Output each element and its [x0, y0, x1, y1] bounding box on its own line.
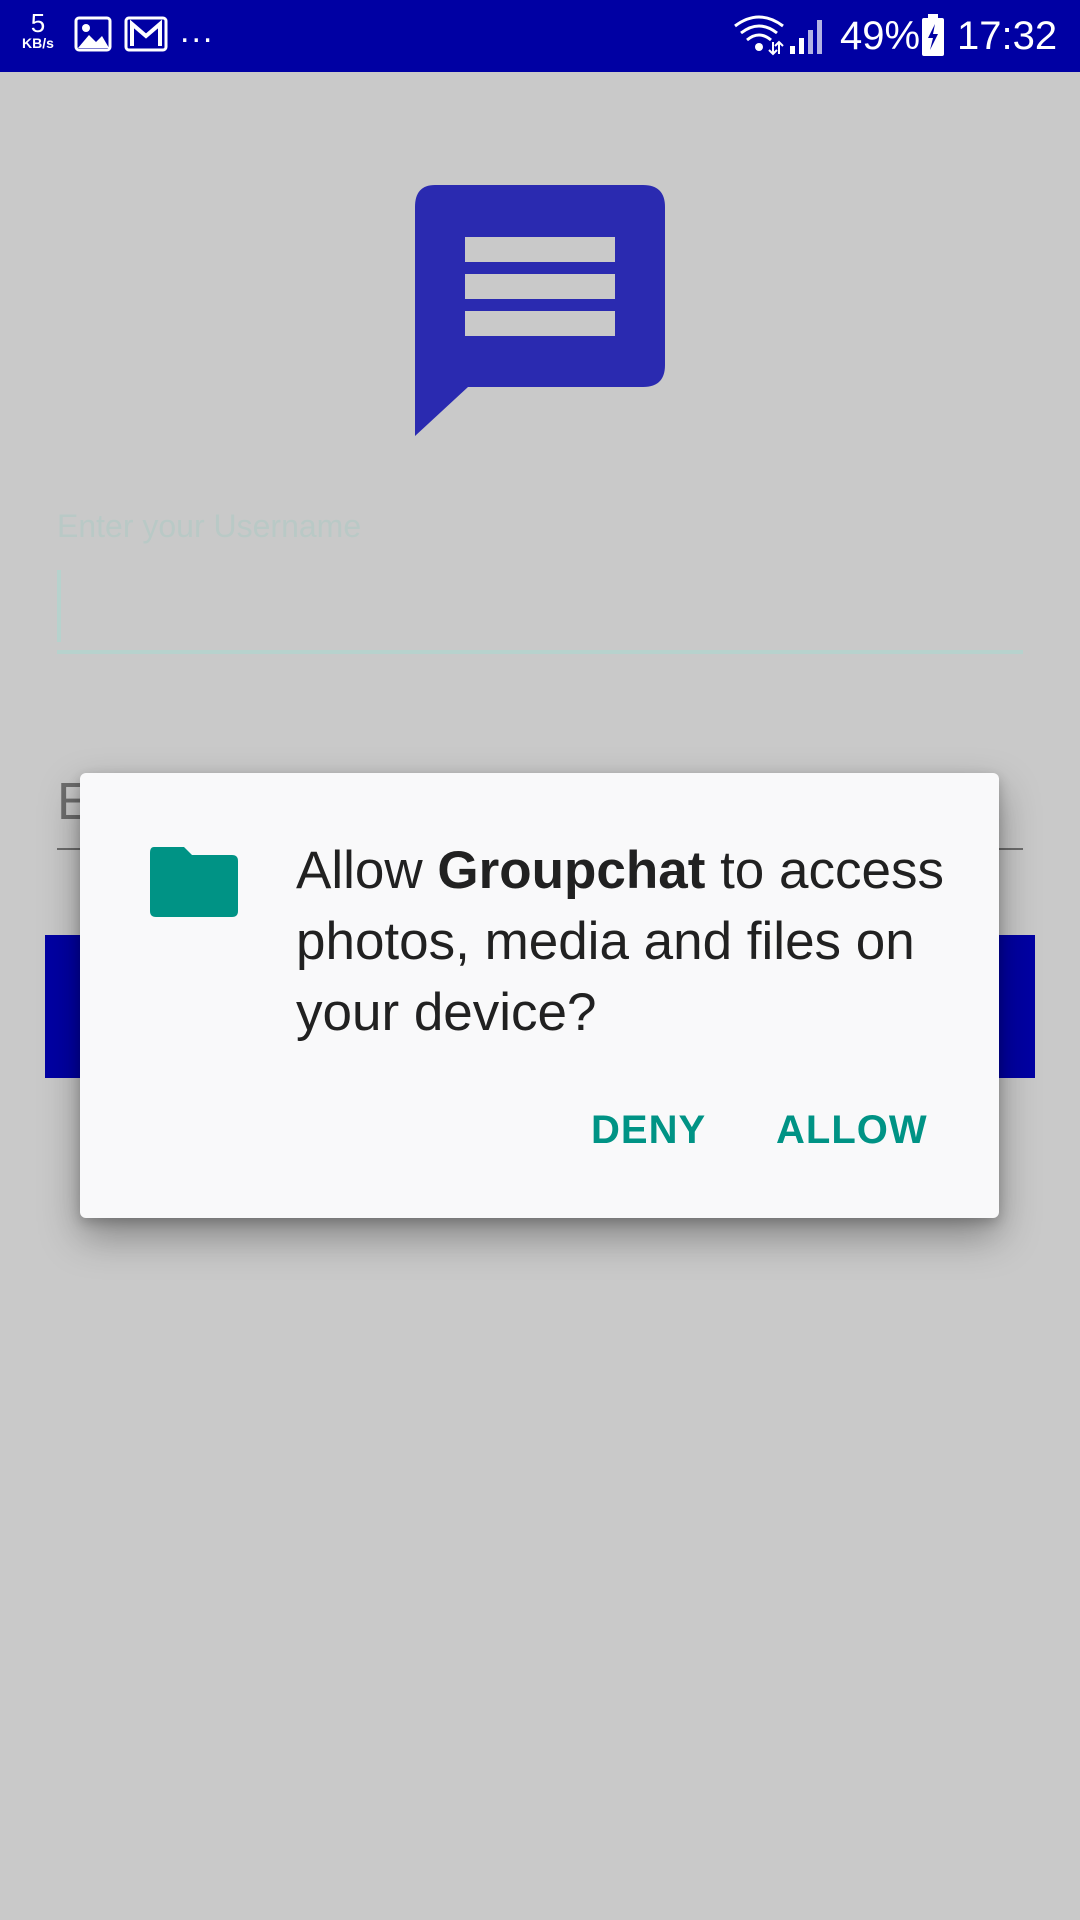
battery-charging-icon [920, 14, 946, 62]
folder-icon [148, 845, 240, 923]
clock: 17:32 [957, 14, 1058, 58]
deny-button[interactable]: DENY [591, 1108, 706, 1153]
app-name: Groupchat [437, 841, 706, 900]
app-logo [413, 185, 667, 443]
wifi-icon [733, 14, 785, 60]
overflow-notifications: ... [180, 12, 215, 50]
text-cursor [57, 570, 61, 642]
username-underline [57, 650, 1023, 654]
battery-percentage: 49% [840, 14, 921, 58]
network-speed-value: 5 [30, 8, 46, 38]
signal-icon [788, 16, 828, 60]
gallery-icon [74, 16, 112, 56]
status-bar: 5 KB/s ... 49% 17:32 [0, 0, 1080, 72]
network-speed-unit: KB/s [22, 35, 54, 51]
permission-message: Allow Groupchat to access photos, media … [296, 835, 976, 1048]
allow-button[interactable]: ALLOW [776, 1108, 928, 1153]
message-prefix: Allow [296, 841, 438, 900]
permission-dialog: Allow Groupchat to access photos, media … [80, 773, 999, 1218]
gmail-icon [124, 16, 168, 56]
username-hint: Enter your Username [57, 508, 362, 544]
network-speed: 5 KB/s [16, 10, 60, 50]
username-input[interactable] [57, 568, 1023, 654]
chat-bubble-icon [415, 185, 665, 436]
